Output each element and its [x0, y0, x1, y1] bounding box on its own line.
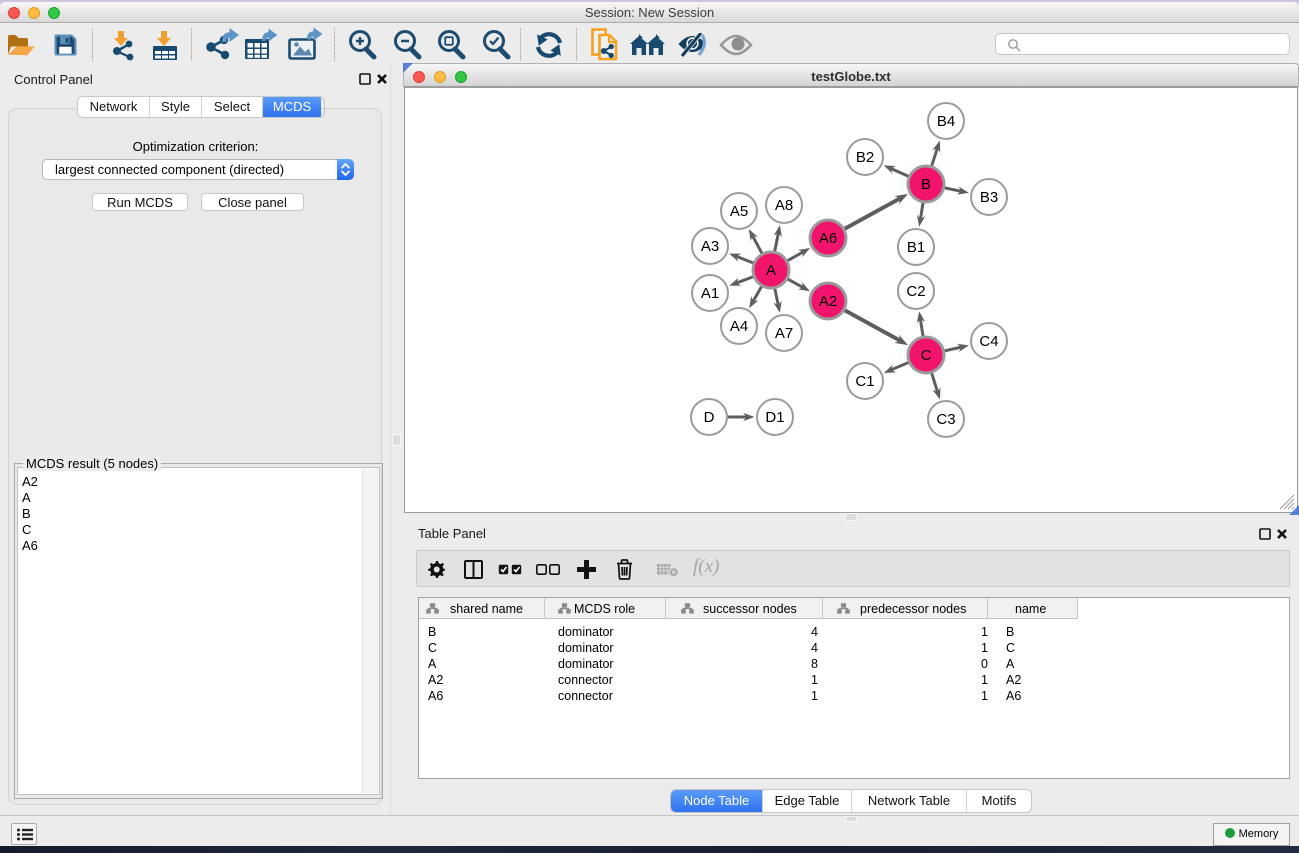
svg-text:D: D: [704, 409, 715, 426]
svg-text:A5: A5: [730, 203, 748, 220]
svg-text:A2: A2: [819, 293, 837, 310]
svg-text:D1: D1: [765, 409, 784, 426]
svg-text:C: C: [921, 347, 932, 364]
svg-text:A4: A4: [730, 318, 748, 335]
svg-text:C2: C2: [906, 283, 925, 300]
svg-text:B: B: [921, 176, 931, 193]
svg-text:A3: A3: [701, 238, 719, 255]
svg-text:B4: B4: [937, 113, 955, 130]
svg-text:B3: B3: [980, 189, 998, 206]
svg-text:A: A: [766, 262, 776, 279]
svg-text:C1: C1: [855, 373, 874, 390]
svg-text:B1: B1: [907, 239, 925, 256]
svg-text:B2: B2: [856, 149, 874, 166]
svg-text:A7: A7: [775, 325, 793, 342]
svg-text:A8: A8: [775, 197, 793, 214]
svg-text:A6: A6: [819, 230, 837, 247]
svg-text:C4: C4: [979, 333, 998, 350]
svg-text:A1: A1: [701, 285, 719, 302]
svg-text:C3: C3: [936, 411, 955, 428]
